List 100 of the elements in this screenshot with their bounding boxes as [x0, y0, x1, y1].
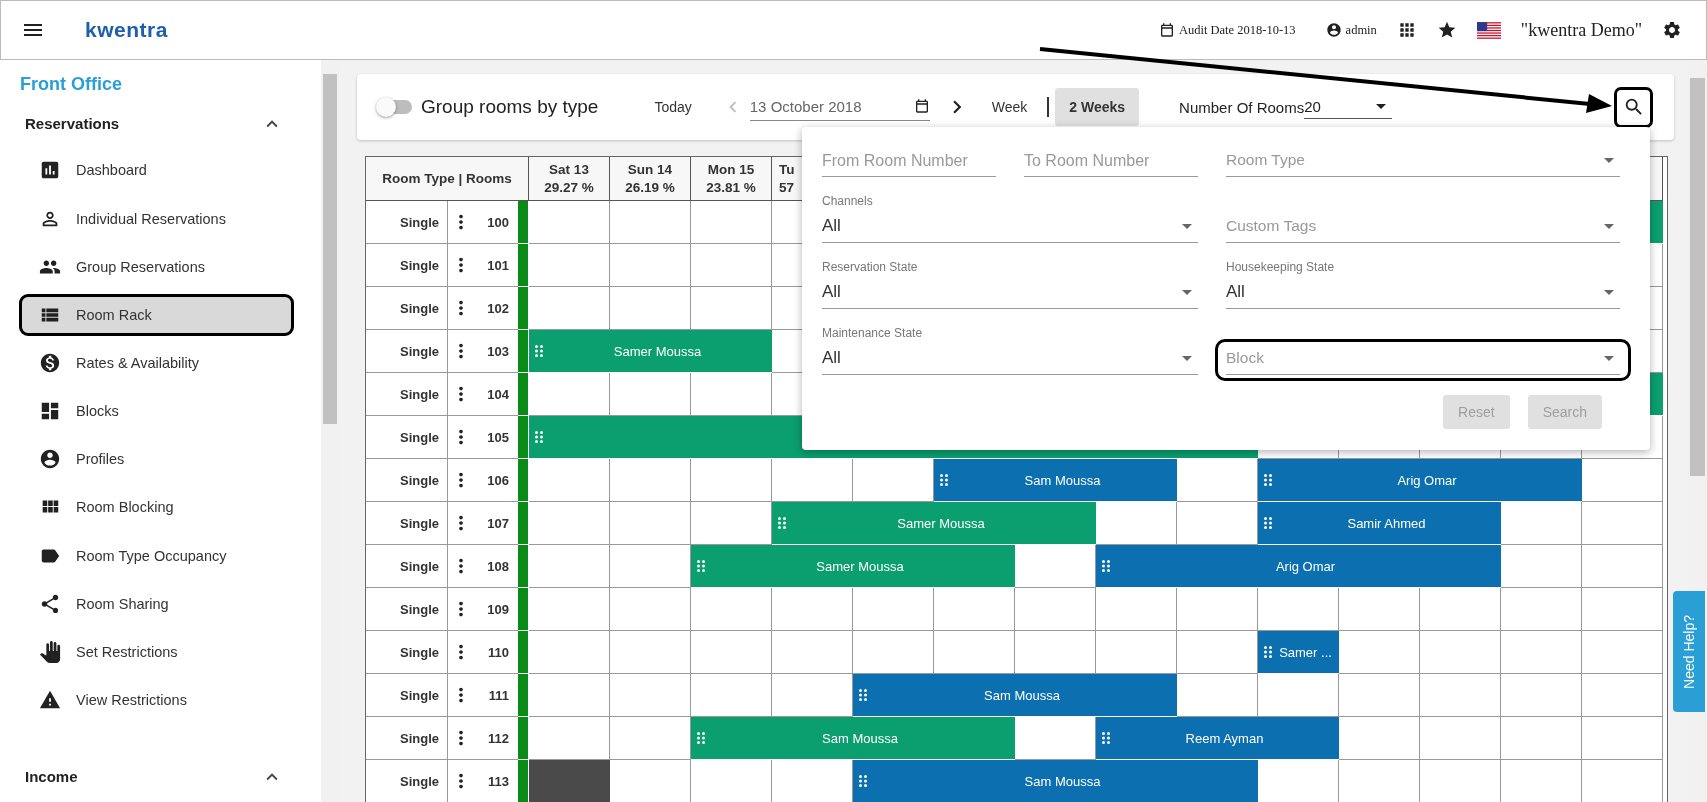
day-cell[interactable] — [691, 201, 772, 244]
sidebar-item[interactable]: View Restrictions — [19, 678, 294, 722]
sidebar-item[interactable]: Set Restrictions — [19, 630, 294, 673]
view-tab[interactable]: 2 Weeks — [1055, 88, 1140, 126]
day-cell[interactable] — [610, 502, 691, 545]
drag-handle-icon[interactable] — [940, 474, 948, 486]
day-cell[interactable] — [1420, 674, 1501, 717]
reservation-bar[interactable]: Sam Moussa — [853, 760, 1258, 802]
reservation-bar[interactable]: Samer ... — [1258, 631, 1339, 673]
drag-handle-icon[interactable] — [1264, 474, 1272, 486]
day-cell[interactable] — [1339, 588, 1420, 631]
day-cell[interactable] — [691, 588, 772, 631]
day-cell[interactable] — [610, 244, 691, 287]
day-cell[interactable] — [529, 201, 610, 244]
reservation-bar[interactable]: Samir Ahmed — [1258, 502, 1501, 544]
day-cell[interactable] — [691, 459, 772, 502]
drag-handle-icon[interactable] — [535, 431, 543, 443]
section-header[interactable]: Reservations — [0, 104, 321, 144]
day-cell[interactable] — [610, 674, 691, 717]
day-cell[interactable] — [529, 502, 610, 545]
day-cell[interactable] — [1177, 588, 1258, 631]
rooms-select[interactable]: 20 — [1304, 95, 1393, 119]
day-cell[interactable] — [853, 588, 934, 631]
property-name[interactable]: "kwentra Demo" — [1520, 19, 1642, 41]
day-cell[interactable] — [610, 201, 691, 244]
sidebar-item[interactable]: Room Blocking — [19, 486, 294, 529]
day-cell[interactable] — [529, 244, 610, 287]
day-cell[interactable] — [529, 674, 610, 717]
select-field[interactable]: All — [822, 342, 1198, 375]
search-button[interactable] — [1614, 86, 1653, 128]
day-cell[interactable] — [1501, 545, 1582, 588]
drag-handle-icon[interactable] — [778, 517, 786, 529]
day-cell[interactable] — [1015, 588, 1096, 631]
day-cell[interactable] — [1582, 545, 1663, 588]
drag-handle-icon[interactable] — [697, 732, 705, 744]
toggle-switch[interactable] — [378, 100, 412, 114]
day-cell[interactable] — [610, 459, 691, 502]
day-cell[interactable] — [1420, 588, 1501, 631]
day-cell[interactable] — [1501, 588, 1582, 631]
sidebar-item[interactable]: Dashboard — [19, 149, 294, 192]
reservation-bar[interactable]: Arig Omar — [1258, 459, 1582, 501]
date-field[interactable]: 13 October 2018 — [749, 93, 930, 121]
day-cell[interactable] — [1582, 502, 1663, 545]
reservation-bar[interactable]: Sam Moussa — [934, 459, 1177, 501]
day-cell[interactable] — [529, 631, 610, 674]
day-cell[interactable] — [529, 459, 610, 502]
day-cell[interactable] — [1501, 674, 1582, 717]
day-cell[interactable] — [1582, 674, 1663, 717]
day-cell[interactable] — [1501, 717, 1582, 760]
sidebar-item[interactable]: Profiles — [19, 438, 294, 481]
day-cell[interactable] — [1420, 717, 1501, 760]
sidebar-item[interactable]: Group Reservations — [19, 245, 294, 288]
drag-handle-icon[interactable] — [1264, 646, 1272, 658]
day-cell[interactable] — [691, 244, 772, 287]
day-cell[interactable] — [1582, 631, 1663, 674]
day-cell[interactable] — [1582, 717, 1663, 760]
sidebar-item[interactable]: Room Sharing — [19, 582, 294, 625]
day-cell[interactable] — [772, 631, 853, 674]
drag-handle-icon[interactable] — [859, 689, 867, 701]
scrollbar[interactable] — [321, 60, 339, 802]
day-cell[interactable] — [691, 631, 772, 674]
day-cell[interactable] — [1582, 459, 1663, 502]
day-cell[interactable] — [1501, 631, 1582, 674]
sidebar-item[interactable]: Room Rack — [19, 293, 294, 336]
day-cell[interactable] — [1420, 631, 1501, 674]
day-cell[interactable] — [934, 588, 1015, 631]
section-header[interactable]: Income — [0, 757, 321, 797]
day-cell[interactable] — [1339, 674, 1420, 717]
day-cell[interactable] — [610, 631, 691, 674]
drag-handle-icon[interactable] — [697, 560, 705, 572]
day-cell[interactable] — [1339, 631, 1420, 674]
input-field[interactable]: From Room Number — [822, 145, 996, 177]
drag-handle-icon[interactable] — [859, 775, 867, 787]
settings-icon[interactable] — [1662, 20, 1682, 40]
flag-icon[interactable] — [1476, 21, 1501, 39]
logo[interactable]: kwentra — [85, 18, 168, 42]
day-cell[interactable] — [529, 545, 610, 588]
day-cell[interactable] — [1096, 588, 1177, 631]
select-field[interactable]: All — [822, 210, 1198, 243]
today-button[interactable]: Today — [642, 91, 704, 123]
day-cell[interactable] — [529, 588, 610, 631]
sidebar-item[interactable]: Individual Reservations — [19, 197, 294, 240]
sidebar-item[interactable]: Rates & Availability — [19, 341, 294, 385]
sidebar-item[interactable]: Blocks — [19, 390, 294, 433]
user-name[interactable]: admin — [1345, 22, 1377, 38]
day-cell[interactable] — [1501, 502, 1582, 545]
sidebar-item[interactable]: Room Type Occupancy — [19, 534, 294, 577]
calendar-icon[interactable] — [913, 98, 930, 114]
drag-handle-icon[interactable] — [535, 345, 543, 357]
input-field[interactable]: To Room Number — [1024, 145, 1198, 177]
scrollbar-thumb[interactable] — [323, 74, 337, 424]
select-field[interactable]: All — [1226, 276, 1620, 309]
drag-handle-icon[interactable] — [1102, 732, 1110, 744]
reservation-bar[interactable]: Sam Moussa — [853, 674, 1177, 716]
drag-handle-icon[interactable] — [1264, 517, 1272, 529]
day-cell[interactable] — [610, 588, 691, 631]
scrollbar-thumb[interactable] — [1690, 78, 1705, 476]
day-cell[interactable] — [1582, 588, 1663, 631]
view-tab[interactable]: Week — [979, 91, 1040, 123]
select-field[interactable]: All — [822, 276, 1198, 309]
